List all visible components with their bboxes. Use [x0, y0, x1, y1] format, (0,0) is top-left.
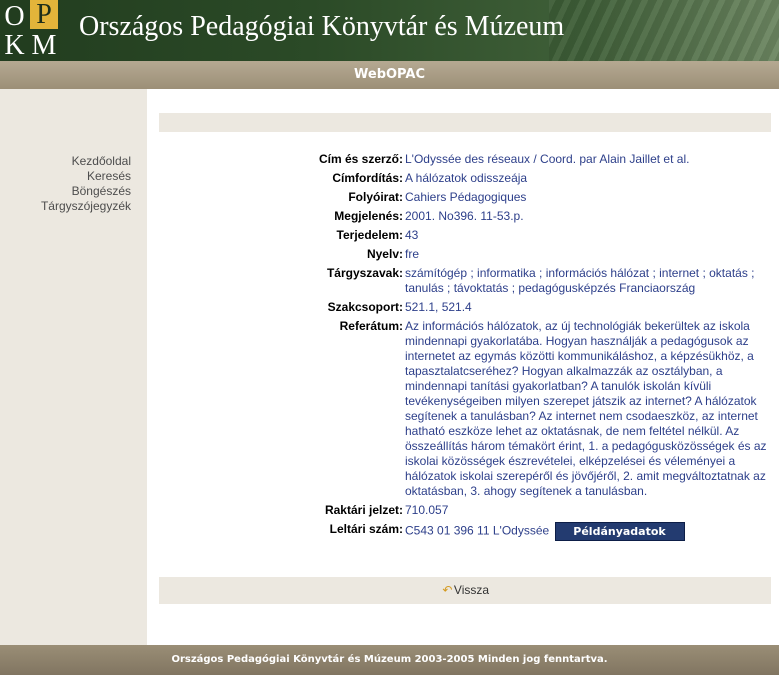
field-value-inventory[interactable]: C543 01 396 11 L'Odyssée [405, 524, 549, 538]
field-value-subjects[interactable]: számítógép ; informatika ; információs h… [405, 266, 771, 300]
field-label: Terjedelem: [336, 228, 403, 242]
record-row-language: Nyelv: fre [159, 247, 771, 266]
sidebar-item-targyszojegyzek[interactable]: Tárgyszójegyzék [41, 199, 131, 214]
field-value-classification[interactable]: 521.1, 521.4 [405, 300, 771, 319]
field-label: Referátum: [339, 319, 403, 333]
field-value-extent[interactable]: 43 [405, 228, 771, 247]
sidebar-item-kereses[interactable]: Keresés [41, 169, 131, 184]
field-value-shelfmark[interactable]: 710.057 [405, 503, 771, 522]
back-arrow-icon: ↶ [442, 583, 453, 597]
field-value-publication[interactable]: 2001. No396. 11-53.p. [405, 209, 771, 228]
record-footer-bar: ↶Vissza [159, 577, 771, 604]
field-value-translated-title[interactable]: A hálózatok odisszeája [405, 171, 771, 190]
site-footer: Országos Pedagógiai Könyvtár és Múzeum 2… [0, 645, 779, 675]
header-decoration [549, 0, 779, 61]
footer-copyright: Országos Pedagógiai Könyvtár és Múzeum 2… [171, 654, 608, 665]
field-label: Folyóirat: [348, 190, 403, 204]
logo-letter-k: K [4, 30, 25, 61]
webopac-bar: WebOPAC [0, 61, 779, 89]
logo-letter-m: M [31, 30, 57, 61]
field-label: Címfordítás: [332, 171, 403, 185]
sidebar-item-kezdooldal[interactable]: Kezdőoldal [41, 154, 131, 169]
webopac-title: WebOPAC [354, 67, 425, 82]
copies-button[interactable]: Példányadatok [554, 522, 685, 541]
field-label: Leltári szám: [329, 522, 403, 536]
field-label: Cím és szerző: [318, 152, 403, 166]
logo-letter-o: O [4, 1, 25, 32]
field-label: Nyelv: [366, 247, 403, 261]
record-header-bar [159, 113, 771, 132]
record-row-translated-title: Címfordítás: A hálózatok odisszeája [159, 171, 771, 190]
site-title: Országos Pedagógiai Könyvtár és Múzeum [79, 11, 565, 42]
record-row-shelfmark: Raktári jelzet: 710.057 [159, 503, 771, 522]
sidebar-nav: Kezdőoldal Keresés Böngészés Tárgyszójeg… [41, 154, 131, 214]
sidebar: Kezdőoldal Keresés Böngészés Tárgyszójeg… [0, 89, 147, 645]
record-row-subjects: Tárgyszavak: számítógép ; informatika ; … [159, 266, 771, 300]
site-header: O P K M Országos Pedagógiai Könyvtár és … [0, 0, 779, 61]
field-value-journal[interactable]: Cahiers Pédagogiques [405, 190, 771, 209]
logo-letter-p: P [30, 0, 58, 29]
record-row-classification: Szakcsoport: 521.1, 521.4 [159, 300, 771, 319]
record-row-publication: Megjelenés: 2001. No396. 11-53.p. [159, 209, 771, 228]
record-row-abstract: Referátum: Az információs hálózatok, az … [159, 319, 771, 503]
sidebar-item-bongeszes[interactable]: Böngészés [41, 184, 131, 199]
field-value-title[interactable]: L'Odyssée des réseaux / Coord. par Alain… [405, 152, 771, 171]
record-row-inventory: Leltári szám: C543 01 396 11 L'Odyssée P… [159, 522, 771, 545]
record-table: Cím és szerző: L'Odyssée des réseaux / C… [159, 152, 771, 545]
field-value-abstract: Az információs hálózatok, az új technoló… [405, 319, 767, 498]
field-label: Szakcsoport: [327, 300, 403, 314]
record-row-title: Cím és szerző: L'Odyssée des réseaux / C… [159, 152, 771, 171]
field-value-inventory-cell: C543 01 396 11 L'Odyssée Példányadatok [405, 522, 771, 545]
field-label: Tárgyszavak: [326, 266, 403, 280]
field-value-language[interactable]: fre [405, 247, 771, 266]
opkm-logo[interactable]: O P K M [0, 0, 60, 61]
field-label: Raktári jelzet: [324, 503, 403, 517]
back-label: Vissza [453, 583, 490, 597]
record-row-extent: Terjedelem: 43 [159, 228, 771, 247]
record-row-journal: Folyóirat: Cahiers Pédagogiques [159, 190, 771, 209]
back-link[interactable]: ↶Vissza [441, 583, 489, 597]
field-label: Megjelenés: [334, 209, 403, 223]
